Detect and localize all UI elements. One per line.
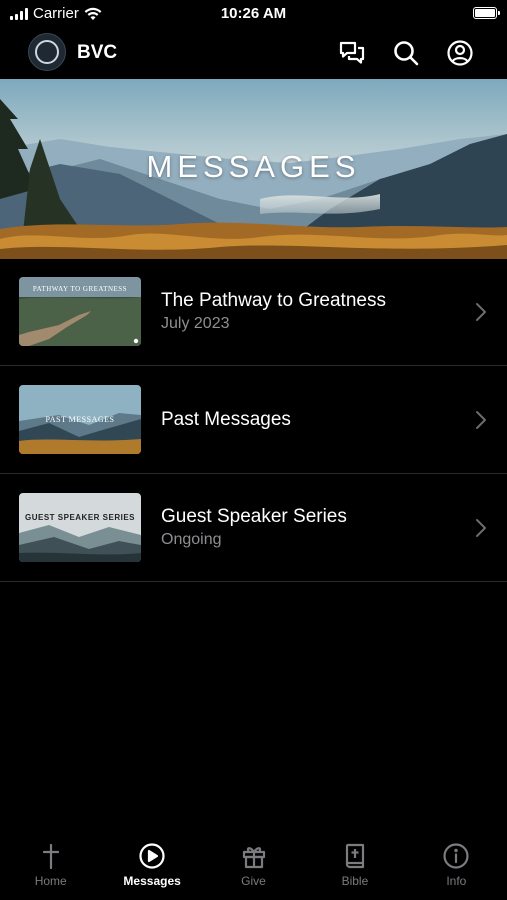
brand-name: BVC: [77, 42, 118, 63]
series-thumbnail: GUEST SPEAKER SERIES: [19, 493, 141, 562]
tab-bible[interactable]: Bible: [304, 840, 405, 900]
tab-home[interactable]: Home: [0, 840, 101, 900]
tab-bar: Home Messages Give Bible Info: [0, 840, 507, 900]
chevron-right-icon: [476, 411, 486, 429]
tab-label: Bible: [341, 874, 369, 888]
chevron-right-icon: [476, 519, 486, 537]
tab-messages[interactable]: Messages: [101, 840, 202, 900]
status-time: 10:26 AM: [220, 5, 287, 22]
thumbnail-text: PATHWAY TO GREATNESS: [32, 285, 128, 293]
list-item-guest-speaker-series[interactable]: GUEST SPEAKER SERIES Guest Speaker Serie…: [0, 474, 507, 582]
bible-icon: [345, 843, 365, 869]
chevron-right-icon: [476, 303, 486, 321]
hero-title: MESSAGES: [146, 149, 361, 184]
search-icon[interactable]: [391, 38, 421, 68]
series-thumbnail: PAST MESSAGES: [19, 385, 141, 454]
info-icon: [443, 843, 469, 869]
message-series-list: PATHWAY TO GREATNESS The Pathway to Grea…: [0, 258, 507, 582]
item-subtitle: Ongoing: [161, 531, 222, 548]
series-thumbnail: PATHWAY TO GREATNESS: [19, 277, 141, 346]
tab-label: Home: [34, 874, 67, 888]
tab-info[interactable]: Info: [406, 840, 507, 900]
item-title: Guest Speaker Series: [161, 506, 347, 527]
church-logo[interactable]: [28, 33, 66, 71]
tab-give[interactable]: Give: [203, 840, 304, 900]
list-item-pathway-to-greatness[interactable]: PATHWAY TO GREATNESS The Pathway to Grea…: [0, 258, 507, 366]
gift-icon: [242, 847, 265, 869]
tab-label: Info: [446, 874, 467, 888]
hero-banner: MESSAGES: [0, 79, 507, 259]
account-icon[interactable]: [445, 38, 475, 68]
cross-icon: [42, 843, 59, 870]
status-bar: Carrier 10:26 AM: [0, 0, 507, 30]
battery-icon: [473, 7, 500, 19]
thumbnail-text: PAST MESSAGES: [45, 415, 115, 424]
item-subtitle: July 2023: [161, 315, 230, 332]
play-circle-icon: [139, 843, 165, 869]
thumbnail-text: GUEST SPEAKER SERIES: [24, 513, 136, 522]
list-item-past-messages[interactable]: PAST MESSAGES Past Messages: [0, 366, 507, 474]
tab-label: Messages: [123, 874, 181, 888]
chat-icon[interactable]: [337, 38, 367, 68]
tab-label: Give: [241, 874, 266, 888]
nav-bar: BVC: [0, 30, 507, 78]
item-title: Past Messages: [161, 409, 291, 430]
item-title: The Pathway to Greatness: [161, 290, 386, 311]
